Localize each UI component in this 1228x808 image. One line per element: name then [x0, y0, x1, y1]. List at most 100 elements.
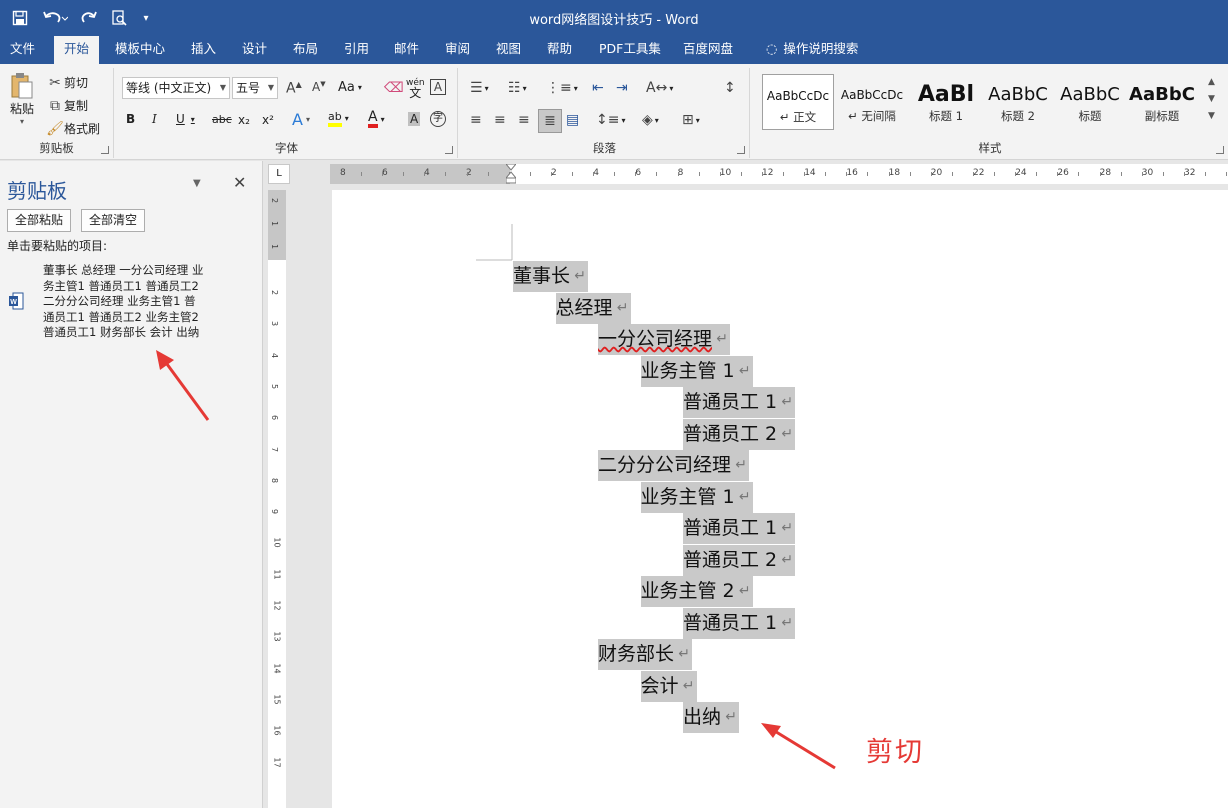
character-border-button[interactable]: A [430, 79, 446, 95]
style-heading-2[interactable]: AaBbC 标题 2 [982, 74, 1054, 130]
paragraph-launcher-icon[interactable] [737, 146, 745, 154]
text-effects-button[interactable]: A ▾ [292, 110, 310, 129]
pane-options-icon[interactable]: ▼ [193, 178, 201, 189]
subscript-button[interactable]: x₂ [238, 113, 250, 127]
tab-layout[interactable]: 布局 [283, 36, 328, 64]
clipboard-launcher-icon[interactable] [101, 146, 109, 154]
style-title[interactable]: AaBbC 标题 [1054, 74, 1126, 130]
align-center-button[interactable]: ≡ [494, 112, 506, 128]
line-text: 普通员工 1 [683, 391, 778, 413]
style-name: ↵ 正文 [779, 110, 817, 124]
distributed-button[interactable]: ▤ [566, 112, 579, 128]
style-normal[interactable]: AaBbCcDc ↵ 正文 [762, 74, 834, 130]
tab-home[interactable]: 开始 [54, 36, 100, 64]
bold-button[interactable]: B [126, 112, 135, 126]
document-line[interactable]: 普通员工 1 ↵ [683, 513, 796, 544]
decrease-indent-button[interactable]: ⇤ [592, 80, 604, 96]
style-no-spacing[interactable]: AaBbCcDc ↵ 无间隔 [836, 74, 908, 130]
indent-marker-icon[interactable] [504, 163, 518, 184]
enclose-characters-label: 字 [430, 111, 446, 127]
tab-review[interactable]: 审阅 [435, 36, 480, 64]
justify-button[interactable]: ≣ [538, 109, 562, 133]
numbering-button[interactable]: ☷ ▾ [508, 80, 527, 96]
clear-formatting-button[interactable]: ⌫ [384, 80, 404, 96]
document-line[interactable]: 业务主管 1 ↵ [640, 481, 753, 513]
ruler-tick-label: 12 [762, 168, 774, 178]
document-line[interactable]: 二分分公司经理 ↵ [598, 450, 750, 481]
document-line[interactable]: 普通员工 1 ↵ [683, 607, 796, 639]
bullets-button[interactable]: ☰ ▾ [470, 80, 489, 96]
tab-insert[interactable]: 插入 [181, 36, 226, 64]
superscript-button[interactable]: x² [262, 113, 274, 127]
font-name-select[interactable]: 等线 (中文正文) ▼ [122, 77, 230, 99]
document-line[interactable]: 会计 ↵ [640, 670, 697, 702]
ruler-tick [761, 172, 763, 176]
vertical-ruler[interactable]: 2 1 1 2 3 4 5 6 7 8 9 10 11 12 13 14 15 16 17 [268, 190, 286, 808]
clipboard-item[interactable]: 董事长 总经理 一分公司经理 业 务主管1 普通员工1 普通员工2 二分分公司经… [43, 263, 218, 341]
clear-all-button[interactable]: 全部清空 [81, 209, 146, 232]
close-icon[interactable]: ✕ [233, 173, 246, 192]
strikethrough-button[interactable]: abc [212, 113, 232, 126]
more-styles-icon[interactable]: ▼ [1208, 108, 1215, 125]
document-line[interactable]: 普通员工 1 ↵ [683, 387, 796, 418]
ruler-tick [1057, 172, 1059, 176]
change-case-button[interactable]: Aa ▾ [338, 80, 362, 95]
font-size-select[interactable]: 五号 ▼ [232, 77, 278, 99]
chinese-layout-button[interactable]: A↔ ▾ [646, 80, 673, 96]
shrink-font-button[interactable]: A▼ [312, 80, 326, 94]
tab-mailings[interactable]: 邮件 [384, 36, 429, 64]
paste-button[interactable]: 粘贴 ▾ [6, 72, 38, 126]
document-line[interactable]: 一分公司经理 ↵ [598, 324, 731, 355]
document-line[interactable]: 普通员工 2 ↵ [683, 418, 796, 450]
document-line[interactable]: 董事长 ↵ [513, 261, 589, 292]
underline-button[interactable]: U ▾ [176, 112, 195, 126]
increase-indent-button[interactable]: ⇥ [616, 80, 628, 96]
copy-button[interactable]: ⧉ 复制 [46, 97, 88, 114]
document-line[interactable]: 财务部长 ↵ [598, 639, 693, 670]
tab-design[interactable]: 设计 [232, 36, 277, 64]
multilevel-list-button[interactable]: ⋮≡ ▾ [546, 80, 578, 96]
styles-scroll[interactable]: ▲ ▼ ▼ [1208, 74, 1215, 125]
character-shading-button[interactable]: A [408, 112, 421, 126]
tab-template-center[interactable]: 模板中心 [105, 36, 175, 64]
tab-pdf-tools[interactable]: PDF工具集 [589, 36, 671, 64]
borders-button[interactable]: ⊞ ▾ [682, 112, 700, 128]
ribbon: 粘贴 ▾ ✂ 剪切 ⧉ 复制 🖌 格式刷 剪贴板 等线 (中文正文) ▼ 五号 ▼ A ▲ … [0, 64, 1228, 160]
tab-file[interactable]: 文件 [0, 36, 45, 64]
align-right-button[interactable]: ≡ [518, 112, 530, 128]
horizontal-ruler[interactable]: 8 6 4 2 2 4 6 8 10 12 14 16 18 20 22 24 26 28 30 32 [330, 163, 1228, 184]
font-color-button[interactable]: A ▾ [368, 110, 385, 128]
align-left-button[interactable]: ≡ [470, 112, 482, 128]
document-line[interactable]: 业务主管 1 ↵ [640, 355, 753, 387]
show-marks-button[interactable]: ↕ [724, 80, 736, 96]
highlight-button[interactable]: ab ▾ [328, 110, 349, 127]
document-line[interactable]: 普通员工 2 ↵ [683, 544, 796, 576]
paste-dropdown-icon[interactable]: ▾ [20, 117, 24, 126]
tab-help[interactable]: 帮助 [537, 36, 582, 64]
chevron-up-icon[interactable]: ▲ [1208, 74, 1215, 91]
tab-baidu-netdisk[interactable]: 百度网盘 [673, 36, 743, 64]
grow-font-button[interactable]: A▲ [286, 80, 302, 97]
cut-label: 剪切 [64, 76, 89, 90]
tell-me-search[interactable]: ◌ 操作说明搜索 [756, 36, 868, 64]
style-heading-1[interactable]: AaBl 标题 1 [910, 74, 982, 130]
document-line[interactable]: 业务主管 2 ↵ [640, 576, 753, 607]
cut-button[interactable]: ✂ 剪切 [46, 74, 88, 91]
italic-button[interactable]: I [152, 112, 157, 126]
tab-view[interactable]: 视图 [486, 36, 531, 64]
chevron-down-icon[interactable]: ▼ [1208, 91, 1215, 108]
phonetic-guide-button[interactable]: wén 文 [406, 78, 425, 99]
style-subtitle[interactable]: AaBbC 副标题 [1126, 74, 1198, 130]
document-page[interactable]: 董事长 ↵ 总经理 ↵ 一分公司经理 ↵ 业务主管 1 ↵ 普通员工 1 ↵ 普通员工 2 ↵ 二分分公… [332, 190, 1228, 808]
paste-all-button[interactable]: 全部粘贴 [7, 209, 72, 232]
font-launcher-icon[interactable] [445, 146, 453, 154]
shading-button[interactable]: ◈ ▾ [642, 112, 659, 128]
enclose-characters-button[interactable]: 字 [430, 111, 446, 127]
tab-selector[interactable]: L [268, 164, 290, 184]
document-line[interactable]: 总经理 ↵ [555, 292, 631, 324]
tab-references[interactable]: 引用 [334, 36, 379, 64]
styles-launcher-icon[interactable] [1216, 146, 1224, 154]
document-line[interactable]: 出纳 ↵ [683, 702, 740, 733]
format-painter-button[interactable]: 🖌 格式刷 [46, 120, 100, 137]
line-spacing-button[interactable]: ↕≡ ▾ [596, 112, 625, 128]
